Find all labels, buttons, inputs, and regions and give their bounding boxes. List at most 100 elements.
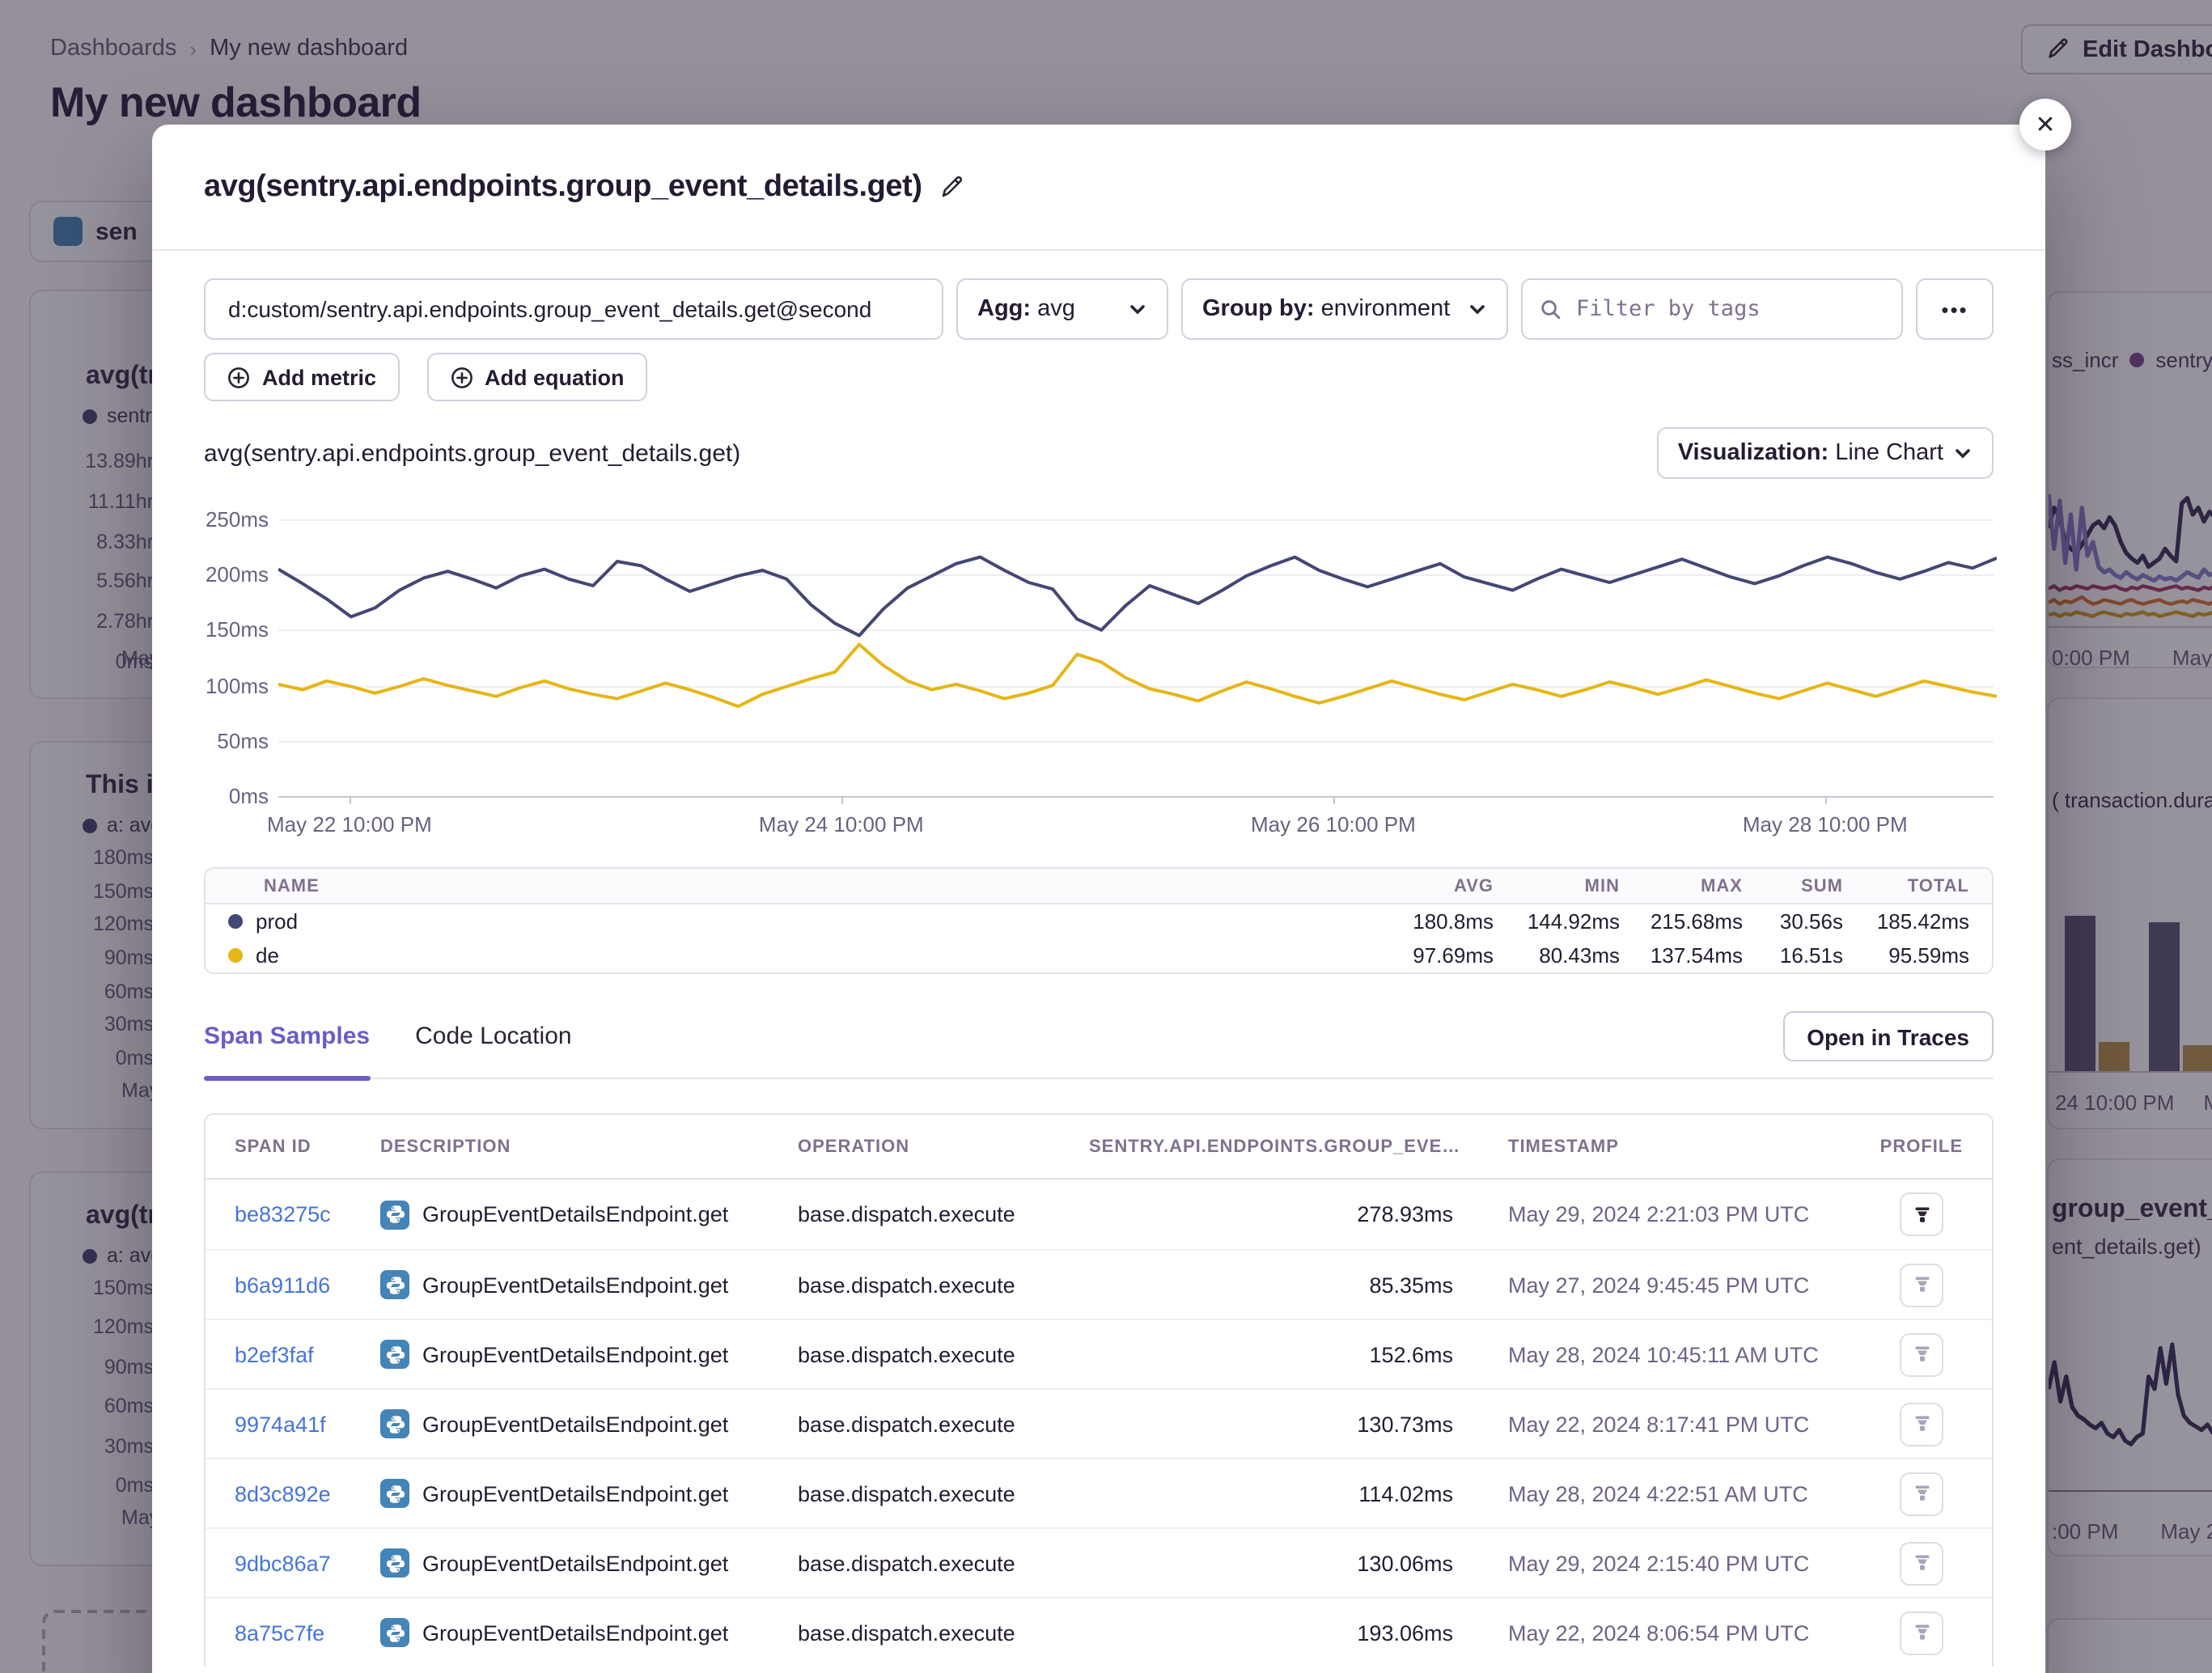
description-text: GroupEventDetailsEndpoint.get	[422, 1273, 728, 1297]
python-icon	[380, 1479, 409, 1508]
tab-code-location[interactable]: Code Location	[415, 1023, 572, 1078]
span-id-cell: 9974a41f	[235, 1412, 380, 1436]
description-text: GroupEventDetailsEndpoint.get	[422, 1481, 728, 1506]
profile-button[interactable]	[1900, 1402, 1943, 1446]
legend-dot	[228, 948, 243, 963]
aggregation-select[interactable]: Agg: avg	[956, 278, 1168, 340]
timestamp-cell: May 29, 2024 2:21:03 PM UTC	[1453, 1202, 1874, 1226]
profile-button[interactable]	[1900, 1192, 1943, 1236]
legend-dot	[228, 914, 243, 929]
span-id-link[interactable]: be83275c	[235, 1202, 331, 1226]
table-row: b6a911d6GroupEventDetailsEndpoint.getbas…	[206, 1249, 1992, 1319]
add-metric-label: Add metric	[262, 365, 376, 389]
group-by-label: Group by:	[1202, 296, 1315, 322]
y-tick-label: 200ms	[204, 562, 269, 587]
y-tick-label: 100ms	[204, 673, 269, 697]
span-id-link[interactable]: b2ef3faf	[235, 1342, 314, 1366]
duration-cell: 278.93ms	[1089, 1202, 1453, 1226]
open-in-traces-button[interactable]: Open in Traces	[1782, 1011, 1994, 1061]
profile-cell	[1874, 1192, 1963, 1236]
stat-value: 30.56s	[1743, 909, 1843, 934]
y-tick-label: 50ms	[204, 729, 269, 753]
group-by-select[interactable]: Group by: environment	[1181, 278, 1508, 340]
span-id-link[interactable]: 8a75c7fe	[235, 1620, 324, 1645]
tag-filter-input[interactable]	[1576, 296, 1885, 322]
stat-value: 144.92ms	[1494, 909, 1620, 934]
samples-rows: be83275c GroupEventDetailsEndpoint.get bas…	[206, 1180, 1992, 1667]
duration-cell: 114.02ms	[1089, 1481, 1453, 1506]
samples-tabs: Span Samples Code Location Open in Trace…	[204, 1023, 1994, 1079]
visualization-select[interactable]: Visualization: Line Chart	[1657, 427, 1994, 479]
edit-title-button[interactable]	[939, 174, 964, 200]
description-cell: GroupEventDetailsEndpoint.get	[380, 1340, 798, 1369]
python-icon	[380, 1548, 409, 1578]
table-row: 9dbc86a7 GroupEventDetailsEndpoint.get bas…	[206, 1527, 1992, 1597]
add-equation-label: Add equation	[485, 365, 625, 389]
duration-cell: 152.6ms	[1089, 1342, 1453, 1366]
add-buttons-row: Add metric Add equation	[204, 353, 1994, 401]
operation-cell: base.dispatch.execute	[798, 1620, 1089, 1645]
add-equation-button[interactable]: Add equation	[426, 353, 647, 401]
summary-rows: prod180.8ms144.92ms215.68ms30.56s185.42m…	[206, 904, 1992, 972]
chart-line	[278, 557, 1997, 636]
span-id-link[interactable]: 9dbc86a7	[235, 1551, 331, 1575]
table-row: b2ef3faf GroupEventDetailsEndpoint.get bas…	[206, 1319, 1992, 1388]
series-name: de	[228, 943, 1332, 968]
description-cell: GroupEventDetailsEndpoint.get	[380, 1409, 798, 1438]
plus-circle-icon	[449, 365, 473, 389]
stat-value: 97.69ms	[1332, 943, 1494, 968]
duration-cell: 85.35ms	[1089, 1273, 1453, 1297]
x-tick-label: May 26 10:00 PM	[1251, 812, 1416, 836]
span-id-cell: 8d3c892e	[235, 1481, 380, 1506]
chart-header-row: avg(sentry.api.endpoints.group_event_det…	[204, 427, 1994, 479]
close-icon: ✕	[2035, 110, 2055, 139]
operation-cell: base.dispatch.execute	[798, 1342, 1089, 1366]
duration-cell: 130.06ms	[1089, 1551, 1453, 1575]
summary-row[interactable]: prod180.8ms144.92ms215.68ms30.56s185.42m…	[206, 904, 1992, 938]
table-row: be83275cGroupEventDetailsEndpoint.getbas…	[206, 1180, 1992, 1249]
profile-cell	[1874, 1332, 1963, 1376]
profile-button[interactable]	[1900, 1332, 1943, 1376]
span-id-link[interactable]: b6a911d6	[235, 1273, 330, 1297]
profile-cell	[1874, 1472, 1963, 1515]
timestamp-cell: May 27, 2024 9:45:45 PM UTC	[1453, 1273, 1874, 1297]
operation-cell: base.dispatch.execute	[798, 1551, 1089, 1575]
duration-cell: 130.73ms	[1089, 1412, 1453, 1436]
chart-plot	[278, 519, 1997, 803]
y-tick-label: 0ms	[204, 784, 269, 808]
span-id-cell: 9dbc86a7	[235, 1551, 380, 1575]
add-metric-button[interactable]: Add metric	[204, 353, 399, 401]
span-id-link[interactable]: 8d3c892e	[235, 1481, 331, 1506]
profile-button[interactable]	[1900, 1541, 1943, 1585]
python-icon	[380, 1618, 409, 1647]
close-modal-button[interactable]: ✕	[2019, 99, 2071, 150]
stat-value: 215.68ms	[1620, 909, 1743, 934]
group-by-value: environment	[1321, 296, 1451, 322]
stat-value: 137.54ms	[1620, 943, 1743, 968]
main-line-chart[interactable]: 250ms200ms150ms100ms50ms0msMay 22 10:00 …	[204, 502, 1994, 841]
description-cell: GroupEventDetailsEndpoint.get	[380, 1200, 798, 1229]
chart-label: avg(sentry.api.endpoints.group_event_det…	[204, 439, 740, 467]
modal-title: avg(sentry.api.endpoints.group_event_det…	[204, 169, 922, 205]
profile-cell	[1874, 1402, 1963, 1446]
description-text: GroupEventDetailsEndpoint.get	[422, 1551, 728, 1575]
table-row: 8d3c892eGroupEventDetailsEndpoint.getbas…	[206, 1458, 1992, 1527]
tab-span-samples[interactable]: Span Samples	[204, 1023, 370, 1078]
profile-button[interactable]	[1900, 1611, 1943, 1654]
python-icon	[380, 1270, 409, 1299]
plus-circle-icon	[227, 365, 251, 389]
span-id-link[interactable]: 9974a41f	[235, 1412, 326, 1436]
modal-header: avg(sentry.api.endpoints.group_event_det…	[152, 125, 2045, 251]
timestamp-cell: May 29, 2024 2:15:40 PM UTC	[1453, 1551, 1874, 1575]
series-name: prod	[228, 909, 1332, 934]
profile-button[interactable]	[1900, 1472, 1943, 1515]
metric-input[interactable]	[204, 278, 943, 340]
more-options-button[interactable]: •••	[1916, 278, 1994, 340]
profile-button[interactable]	[1900, 1263, 1943, 1307]
description-text: GroupEventDetailsEndpoint.get	[422, 1342, 728, 1366]
span-samples-table: SPAN ID DESCRIPTION OPERATION SENTRY.API…	[204, 1113, 1994, 1667]
summary-row[interactable]: de97.69ms80.43ms137.54ms16.51s95.59ms	[206, 938, 1992, 972]
span-id-cell: be83275c	[235, 1202, 380, 1226]
agg-value: avg	[1037, 296, 1075, 322]
x-axis-tick	[350, 798, 351, 804]
